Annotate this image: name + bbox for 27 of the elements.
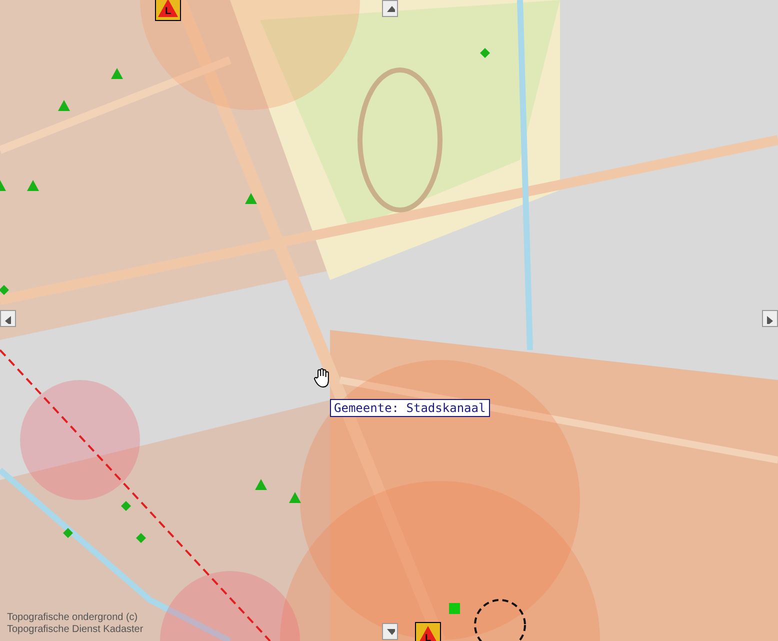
- tooltip: Gemeente: Stadskanaal: [330, 399, 490, 417]
- triangle-marker-icon[interactable]: [289, 492, 301, 503]
- warning-marker[interactable]: L: [155, 0, 181, 21]
- arrow-icon: [385, 626, 395, 636]
- triangle-marker-icon[interactable]: [111, 68, 123, 79]
- diamond-marker-icon[interactable]: [480, 48, 490, 58]
- warning-marker[interactable]: L: [415, 622, 441, 641]
- triangle-marker-icon[interactable]: [255, 479, 267, 490]
- hand-cursor-icon: [314, 368, 330, 388]
- diamond-marker-icon[interactable]: [0, 285, 9, 295]
- attribution-text: Topografische ondergrond (c): [7, 612, 139, 624]
- marker-label: L: [164, 6, 172, 16]
- marker-label: L: [424, 632, 432, 641]
- square-marker-icon[interactable]: [449, 603, 460, 614]
- arrow-icon: [3, 314, 13, 324]
- arrow-icon: [765, 314, 775, 324]
- triangle-marker-icon[interactable]: [245, 193, 257, 204]
- pan-right-button[interactable]: [762, 310, 778, 327]
- triangle-marker-icon[interactable]: [27, 180, 39, 191]
- pan-left-button[interactable]: [0, 310, 16, 327]
- diamond-marker-icon[interactable]: [63, 528, 73, 538]
- diamond-marker-icon[interactable]: [136, 533, 146, 543]
- arrow-icon: [385, 4, 395, 14]
- triangle-marker-icon[interactable]: [58, 100, 70, 111]
- pan-down-button[interactable]: [382, 623, 398, 640]
- pan-up-button[interactable]: [382, 0, 398, 17]
- attribution-text: Topografische Dienst Kadaster: [7, 624, 144, 636]
